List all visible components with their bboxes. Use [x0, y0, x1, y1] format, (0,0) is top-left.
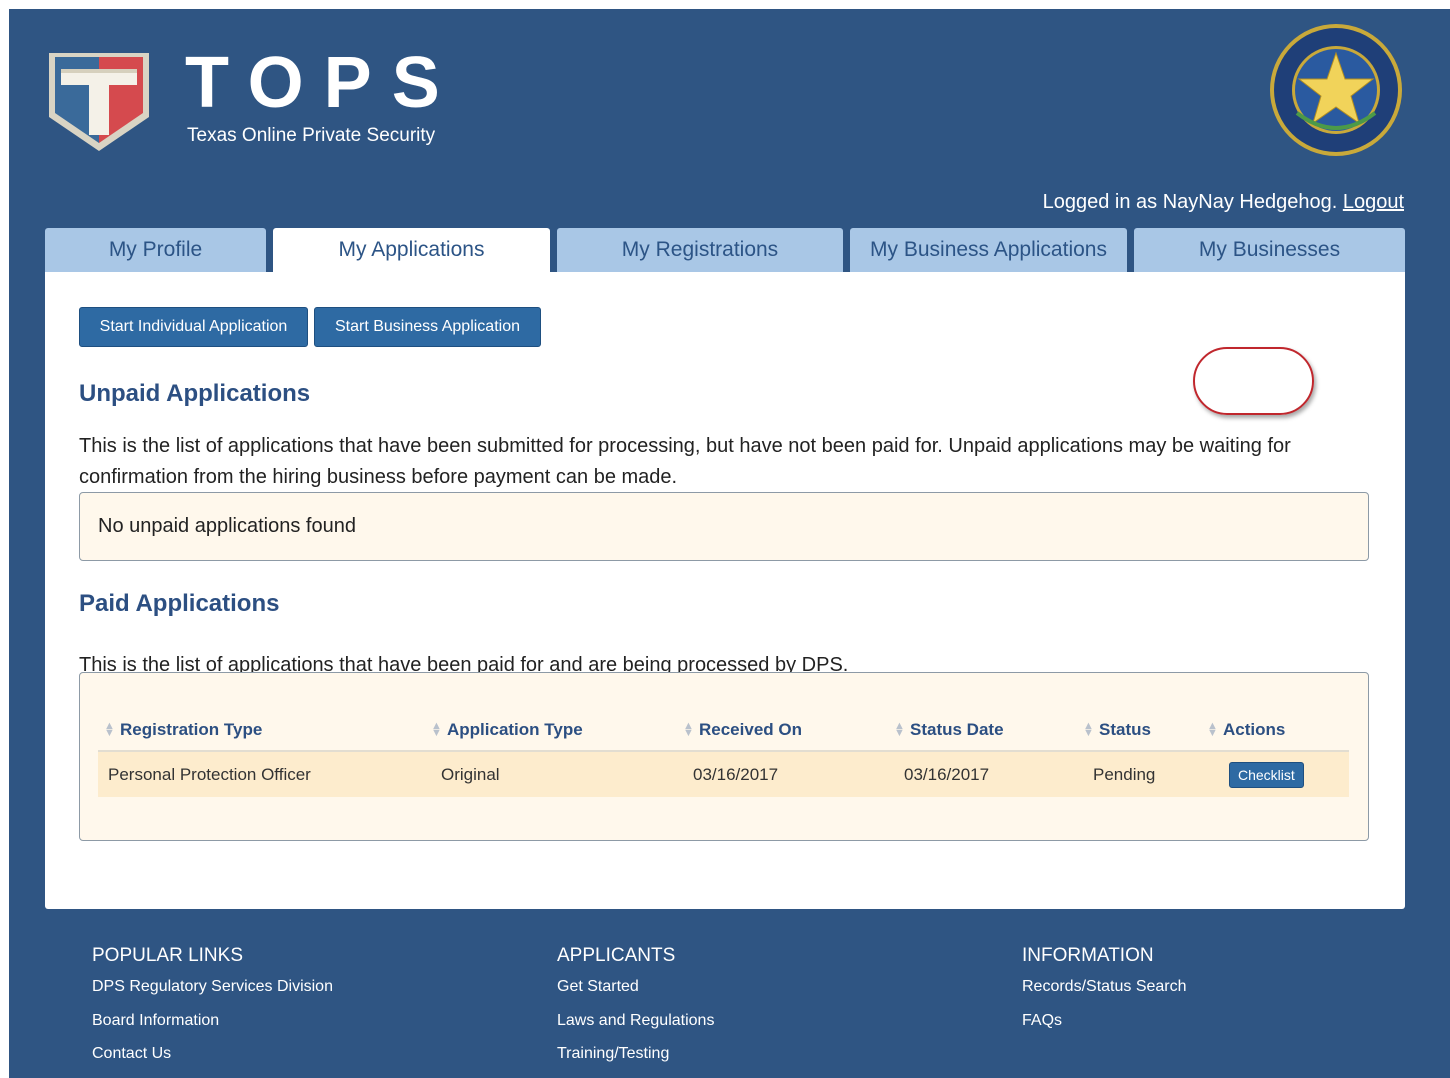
footer-popular-links: POPULAR LINKS DPS Regulatory Services Di…: [92, 944, 333, 1078]
logo-subtitle: Texas Online Private Security: [187, 125, 436, 146]
tab-my-businesses[interactable]: My Businesses: [1134, 228, 1405, 272]
cell-status: Pending: [1093, 764, 1156, 784]
cell-registration-type: Personal Protection Officer: [108, 764, 311, 784]
footer-link-board-information[interactable]: Board Information: [92, 1011, 333, 1031]
sort-icon: ▲ ▼: [1083, 720, 1094, 740]
unpaid-applications-description: This is the list of applications that ha…: [79, 435, 1291, 488]
main-panel: Start Individual Application Start Busin…: [45, 272, 1405, 909]
tab-my-profile[interactable]: My Profile: [45, 228, 266, 272]
footer-link-records-status-search[interactable]: Records/Status Search: [1022, 977, 1187, 997]
footer-link-faqs[interactable]: FAQs: [1022, 1011, 1187, 1031]
column-header-registration-type[interactable]: ▲ ▼ Registration Type: [98, 709, 431, 752]
tab-my-applications[interactable]: My Applications: [273, 228, 550, 272]
paid-applications-box: ▲ ▼ Registration Type ▲ ▼ Application Type ▲…: [79, 672, 1369, 841]
tops-shield-logo[interactable]: [43, 43, 155, 155]
login-text: Logged in as NayNay Hedgehog.: [1042, 191, 1338, 213]
login-status: Logged in as NayNay Hedgehog. Logout: [1043, 190, 1404, 214]
page-frame: TOPS Texas Online Private Security Logge…: [9, 9, 1450, 1078]
checklist-button[interactable]: Checklist: [1229, 761, 1304, 788]
cell-actions: Checklist: [1207, 751, 1349, 797]
sort-icon: ▲ ▼: [1207, 720, 1218, 740]
cell-received-on: 03/16/2017: [693, 764, 779, 784]
footer-heading-information: INFORMATION: [1022, 945, 1154, 966]
column-header-status[interactable]: ▲ ▼ Status: [1083, 709, 1207, 752]
tab-my-business-applications[interactable]: My Business Applications: [850, 228, 1127, 272]
logout-link[interactable]: Logout: [1343, 191, 1404, 213]
footer-information: INFORMATION Records/Status Search FAQs: [1022, 944, 1187, 1044]
cell-application-type: Original: [441, 764, 500, 784]
sort-icon: ▲ ▼: [683, 720, 694, 740]
footer-heading-applicants: APPLICANTS: [557, 945, 676, 966]
checklist-highlight-circle: [1193, 347, 1314, 415]
paid-applications-table: ▲ ▼ Registration Type ▲ ▼ Application Type ▲…: [98, 709, 1349, 797]
footer-link-dps-regulatory[interactable]: DPS Regulatory Services Division: [92, 977, 333, 997]
column-header-received-on[interactable]: ▲ ▼ Received On: [683, 709, 894, 752]
unpaid-applications-heading: Unpaid Applications: [79, 380, 311, 407]
sort-icon: ▲ ▼: [431, 720, 442, 740]
footer-link-contact-us[interactable]: Contact Us: [92, 1044, 333, 1064]
unpaid-applications-box: No unpaid applications found: [79, 492, 1369, 561]
column-header-application-type[interactable]: ▲ ▼ Application Type: [431, 709, 683, 752]
tab-my-registrations[interactable]: My Registrations: [557, 228, 843, 272]
cell-status-date: 03/16/2017: [904, 764, 990, 784]
logo-title: TOPS: [185, 43, 460, 123]
sort-icon: ▲ ▼: [104, 720, 115, 740]
table-row: Personal Protection Officer Original 03/…: [98, 751, 1349, 797]
sort-icon: ▲ ▼: [894, 720, 905, 740]
texas-dps-seal-icon: [1270, 24, 1402, 156]
footer-link-laws-regulations[interactable]: Laws and Regulations: [557, 1011, 714, 1031]
footer-link-training-testing[interactable]: Training/Testing: [557, 1044, 714, 1064]
paid-applications-heading: Paid Applications: [79, 590, 280, 617]
empty-message: No unpaid applications found: [98, 515, 356, 537]
start-business-application-button[interactable]: Start Business Application: [314, 307, 541, 347]
footer-applicants: APPLICANTS Get Started Laws and Regulati…: [557, 944, 714, 1078]
column-header-status-date[interactable]: ▲ ▼ Status Date: [894, 709, 1083, 752]
footer-link-get-started[interactable]: Get Started: [557, 977, 714, 997]
column-header-actions[interactable]: ▲ ▼ Actions: [1207, 709, 1349, 752]
start-individual-application-button[interactable]: Start Individual Application: [79, 307, 308, 347]
footer-heading-popular: POPULAR LINKS: [92, 945, 243, 966]
